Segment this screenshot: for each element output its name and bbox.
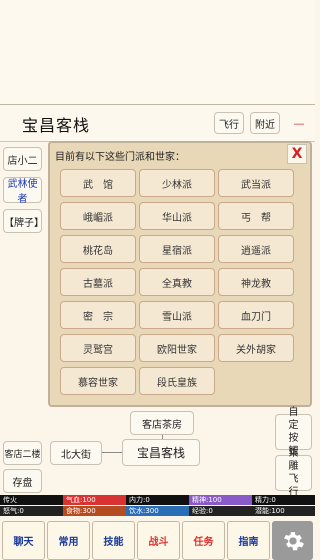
sect-button[interactable]: 欧阳世家 xyxy=(139,334,215,362)
gear-icon xyxy=(283,531,304,550)
sign-item-button[interactable]: 【牌子】 xyxy=(3,209,44,233)
stat-bar: 内力:0 xyxy=(126,495,189,505)
nav-combat[interactable]: 战斗 xyxy=(137,521,180,560)
sect-button[interactable]: 丐 帮 xyxy=(218,202,294,230)
stat-bar: 饮水:300 xyxy=(126,506,189,516)
sect-button[interactable]: 血刀门 xyxy=(218,301,294,329)
sect-button[interactable]: 星宿派 xyxy=(139,235,215,263)
sect-button[interactable]: 峨嵋派 xyxy=(60,202,136,230)
sect-button[interactable]: 武 馆 xyxy=(60,169,136,197)
npc-envoy-button[interactable]: 武林使者 xyxy=(3,177,42,205)
nav-skills[interactable]: 技能 xyxy=(92,521,135,560)
stat-bar: 食物:300 xyxy=(63,506,126,516)
stat-label: 食物:300 xyxy=(66,507,96,515)
sect-button[interactable]: 慕容世家 xyxy=(60,367,136,395)
close-icon[interactable]: X xyxy=(287,144,307,164)
collapse-icon[interactable]: — xyxy=(290,112,308,134)
stat-label: 经验:0 xyxy=(192,507,213,515)
stat-bar: 气血:100 xyxy=(63,495,126,505)
location-title: 宝昌客栈 xyxy=(22,116,91,135)
nav-chat[interactable]: 聊天 xyxy=(2,521,45,560)
stat-bar: 精神:100 xyxy=(189,495,252,505)
sect-button[interactable]: 神龙教 xyxy=(218,268,294,296)
stat-label: 怒气:0 xyxy=(3,507,24,515)
sect-button[interactable]: 密 宗 xyxy=(60,301,136,329)
exit-upstairs-button[interactable]: 客店二楼 xyxy=(3,441,42,465)
stat-label: 传火 xyxy=(3,496,17,504)
stat-bar: 传火 xyxy=(0,495,63,505)
stat-label: 精神:100 xyxy=(192,496,222,504)
top-blank-area xyxy=(0,0,315,104)
sect-button[interactable]: 逍遥派 xyxy=(218,235,294,263)
sect-button[interactable]: 华山派 xyxy=(139,202,215,230)
stat-bar: 怒气:0 xyxy=(0,506,63,516)
map-room-west[interactable]: 北大街 xyxy=(50,441,102,465)
stat-bar: 潜能:100 xyxy=(252,506,315,516)
fly-button[interactable]: 飞行 xyxy=(214,112,244,134)
stat-bar: 经验:0 xyxy=(189,506,252,516)
sect-button[interactable]: 关外胡家 xyxy=(218,334,294,362)
sect-button[interactable]: 段氏皇族 xyxy=(139,367,215,395)
sect-button[interactable]: 雪山派 xyxy=(139,301,215,329)
settings-gear-icon[interactable] xyxy=(272,521,313,560)
sect-dialog-prompt: 目前有以下这些门派和世家： xyxy=(55,152,185,163)
map-room-current[interactable]: 宝昌客栈 xyxy=(122,439,200,466)
sect-button[interactable]: 桃花岛 xyxy=(60,235,136,263)
sect-button[interactable]: 全真教 xyxy=(139,268,215,296)
ride-eagle-button[interactable]: 乘雕飞行 xyxy=(275,448,312,498)
npc-waiter-button[interactable]: 店小二 xyxy=(3,147,42,171)
nav-guide[interactable]: 指南 xyxy=(227,521,270,560)
nav-common[interactable]: 常用 xyxy=(47,521,90,560)
map-room-north[interactable]: 客店茶房 xyxy=(130,411,194,435)
map-path-horizontal xyxy=(102,452,122,453)
sect-button[interactable]: 少林派 xyxy=(139,169,215,197)
stat-bar: 精力:0 xyxy=(252,495,315,505)
save-button[interactable]: 存盘 xyxy=(3,469,42,493)
nav-quest[interactable]: 任务 xyxy=(182,521,225,560)
sect-button[interactable]: 古墓派 xyxy=(60,268,136,296)
custom-button[interactable]: 自定按钮 xyxy=(275,407,312,457)
stat-label: 气血:100 xyxy=(66,496,96,504)
stat-label: 潜能:100 xyxy=(255,507,285,515)
stat-label: 饮水:300 xyxy=(129,507,159,515)
stat-label: 精力:0 xyxy=(255,496,276,504)
stat-label: 内力:0 xyxy=(129,496,150,504)
nearby-button[interactable]: 附近 xyxy=(250,112,280,134)
sect-button[interactable]: 灵鹫宫 xyxy=(60,334,136,362)
sect-button[interactable]: 武当派 xyxy=(218,169,294,197)
